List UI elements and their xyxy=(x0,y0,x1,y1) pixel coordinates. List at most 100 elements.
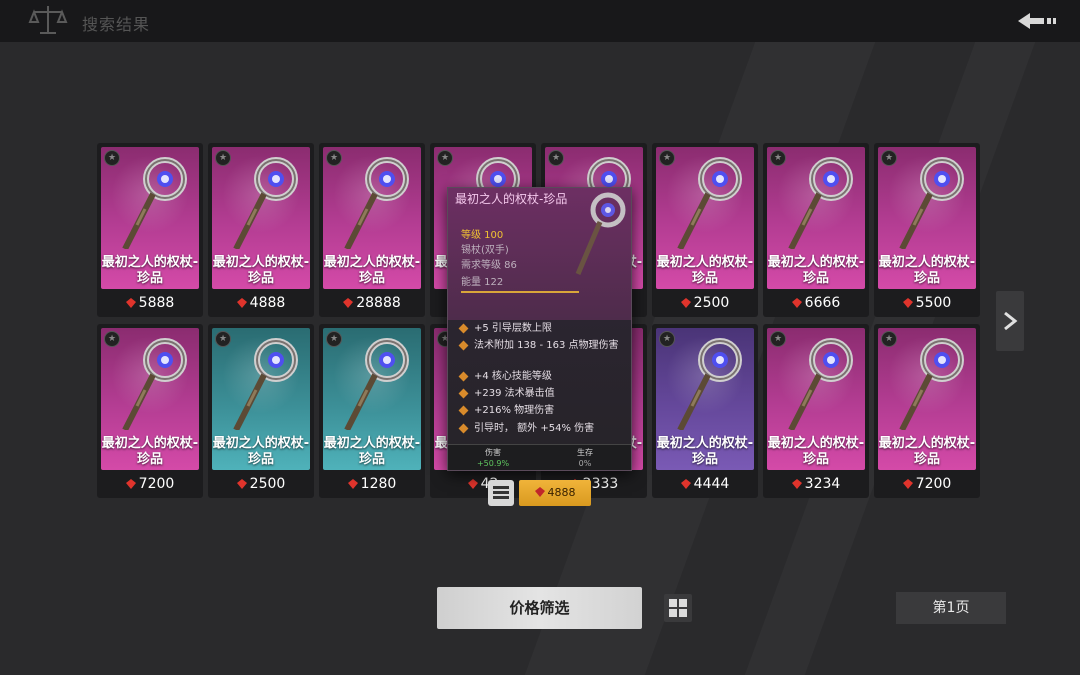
gem-icon xyxy=(902,479,913,489)
damage-label: 伤害 xyxy=(485,448,501,457)
buy-button[interactable]: 4888 xyxy=(519,480,591,506)
gem-icon xyxy=(236,479,247,489)
item-price: 2500 xyxy=(208,474,314,494)
item-tooltip: 最初之人的权杖-珍品 等级 100 锡杖(双手) 需求等级 86 能量 122 … xyxy=(447,187,632,471)
survival-value: 0% xyxy=(578,459,592,468)
staff-icon xyxy=(899,338,964,430)
price-value: 1280 xyxy=(360,476,397,492)
tooltip-comparison: 伤害 +50.9% 生存 0% xyxy=(448,444,631,470)
item-card[interactable]: ★ 最初之人的权杖-珍品 4888 xyxy=(208,143,314,317)
gem-icon xyxy=(791,479,802,489)
item-name: 最初之人的权杖-珍品 xyxy=(323,436,421,467)
item-card[interactable]: ★ 最初之人的权杖-珍品 5500 xyxy=(874,143,980,317)
damage-value: +50.9% xyxy=(476,459,510,468)
power-bar xyxy=(461,291,579,293)
item-price: 7200 xyxy=(97,474,203,494)
item-card[interactable]: ★ 最初之人的权杖-珍品 5888 xyxy=(97,143,203,317)
item-card[interactable]: ★ 最初之人的权杖-珍品 2500 xyxy=(208,324,314,498)
gem-icon xyxy=(791,298,802,308)
item-name: 最初之人的权杖-珍品 xyxy=(878,436,976,467)
price-value: 7200 xyxy=(138,476,175,492)
item-card[interactable]: ★ 最初之人的权杖-珍品 3234 xyxy=(763,324,869,498)
price-value: 6666 xyxy=(804,295,841,311)
item-price: 28888 xyxy=(319,293,425,313)
gem-icon xyxy=(467,479,478,489)
price-value: 5888 xyxy=(138,295,175,311)
item-card[interactable]: ★ 最初之人的权杖-珍品 6666 xyxy=(763,143,869,317)
item-name: 最初之人的权杖-珍品 xyxy=(212,436,310,467)
tooltip-header: 最初之人的权杖-珍品 等级 100 锡杖(双手) 需求等级 86 能量 122 xyxy=(448,188,631,320)
item-art: ★最初之人的权杖-珍品 xyxy=(878,328,976,470)
item-card[interactable]: ★ 最初之人的权杖-珍品 28888 xyxy=(319,143,425,317)
gem-icon xyxy=(534,487,545,497)
gem-icon xyxy=(902,298,913,308)
item-art: ★最初之人的权杖-珍品 xyxy=(656,328,754,470)
item-name: 最初之人的权杖-珍品 xyxy=(101,436,199,467)
item-art: ★最初之人的权杖-珍品 xyxy=(212,147,310,289)
price-value: 7200 xyxy=(915,476,952,492)
grid-view-toggle[interactable] xyxy=(664,594,692,622)
staff-icon xyxy=(788,157,853,249)
item-price: 3234 xyxy=(763,474,869,494)
page-title: 搜索结果 xyxy=(82,15,151,34)
affix-line: +4 核心技能等级 xyxy=(458,370,628,384)
menu-button[interactable] xyxy=(488,480,514,506)
item-name: 最初之人的权杖-珍品 xyxy=(212,255,310,286)
item-art: ★最初之人的权杖-珍品 xyxy=(212,328,310,470)
item-card[interactable]: ★ 最初之人的权杖-珍品 7200 xyxy=(97,324,203,498)
item-name: 最初之人的权杖-珍品 xyxy=(767,436,865,467)
gem-icon xyxy=(125,298,136,308)
staff-icon xyxy=(344,338,409,430)
price-value: 5500 xyxy=(915,295,952,311)
staff-icon xyxy=(899,157,964,249)
item-price: 4444 xyxy=(652,474,758,494)
item-price: 7200 xyxy=(874,474,980,494)
page-indicator: 第1页 xyxy=(896,592,1006,624)
staff-icon xyxy=(122,338,187,430)
affix-line: +5 引导层数上限 xyxy=(458,322,628,336)
item-price: 1280 xyxy=(319,474,425,494)
item-name: 最初之人的权杖-珍品 xyxy=(656,436,754,467)
item-price: 5888 xyxy=(97,293,203,313)
affix-line: 引导时， 额外 +54% 伤害 xyxy=(458,422,628,436)
item-art: ★最初之人的权杖-珍品 xyxy=(323,147,421,289)
item-art: ★最初之人的权杖-珍品 xyxy=(656,147,754,289)
scale-icon xyxy=(28,6,68,34)
item-price: 5500 xyxy=(874,293,980,313)
item-card[interactable]: ★ 最初之人的权杖-珍品 7200 xyxy=(874,324,980,498)
tooltip-type: 锡杖(双手) xyxy=(461,245,509,256)
item-art: ★最初之人的权杖-珍品 xyxy=(101,328,199,470)
item-name: 最初之人的权杖-珍品 xyxy=(101,255,199,286)
gem-icon xyxy=(236,298,247,308)
item-art: ★最初之人的权杖-珍品 xyxy=(767,328,865,470)
top-bar: 搜索结果 xyxy=(0,0,1080,42)
gem-icon xyxy=(125,479,136,489)
back-arrow-icon[interactable] xyxy=(1014,6,1060,36)
chevron-right-icon xyxy=(1004,311,1018,331)
item-card[interactable]: ★ 最初之人的权杖-珍品 4444 xyxy=(652,324,758,498)
affix-line: +216% 物理伤害 xyxy=(458,404,628,418)
staff-icon xyxy=(233,157,298,249)
staff-icon xyxy=(344,157,409,249)
tooltip-level: 等级 100 xyxy=(461,230,504,241)
tooltip-item-name: 最初之人的权杖-珍品 xyxy=(455,192,568,206)
next-page-button[interactable] xyxy=(996,291,1024,351)
item-card[interactable]: ★ 最初之人的权杖-珍品 2500 xyxy=(652,143,758,317)
price-filter-button[interactable]: 价格筛选 xyxy=(437,587,642,629)
item-name: 最初之人的权杖-珍品 xyxy=(323,255,421,286)
survival-label: 生存 xyxy=(577,448,593,457)
staff-icon xyxy=(677,157,742,249)
price-value: 28888 xyxy=(356,295,401,311)
menu-icon xyxy=(493,486,509,499)
item-art: ★最初之人的权杖-珍品 xyxy=(878,147,976,289)
price-value: 4888 xyxy=(249,295,286,311)
staff-icon xyxy=(677,338,742,430)
affix-line: +239 法术暴击值 xyxy=(458,387,628,401)
gem-icon xyxy=(680,298,691,308)
item-card[interactable]: ★ 最初之人的权杖-珍品 1280 xyxy=(319,324,425,498)
item-price: 2500 xyxy=(652,293,758,313)
tooltip-requirement: 需求等级 86 xyxy=(461,260,517,271)
price-value: 4444 xyxy=(693,476,730,492)
price-value: 2500 xyxy=(693,295,730,311)
item-art: ★最初之人的权杖-珍品 xyxy=(101,147,199,289)
